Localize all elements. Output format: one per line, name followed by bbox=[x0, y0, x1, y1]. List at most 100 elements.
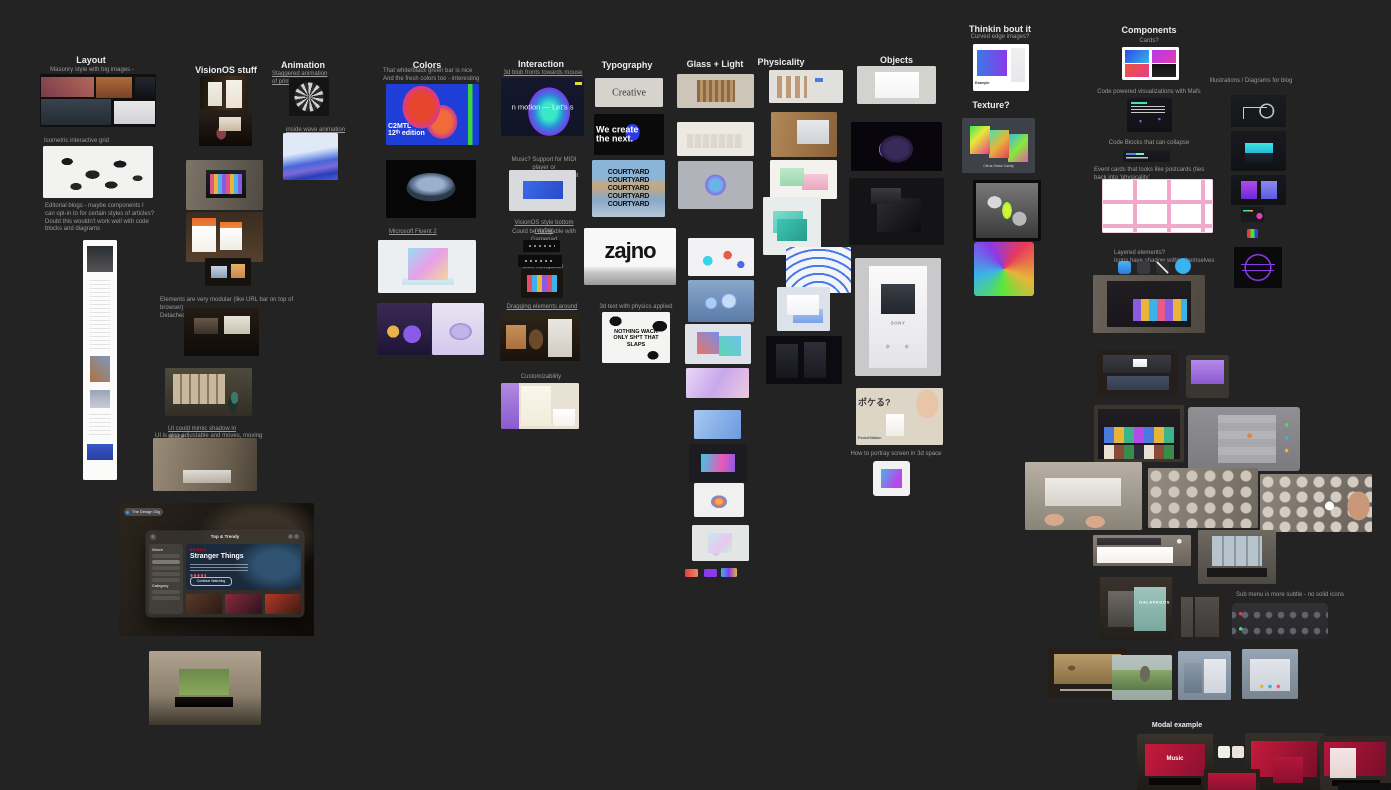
glass-chip-gradient[interactable] bbox=[721, 568, 737, 577]
objects-pocketstation-ad[interactable]: ポケる?PocketStation bbox=[856, 388, 943, 445]
components-album-card[interactable] bbox=[1186, 355, 1229, 398]
colors-c2mtl-poster[interactable]: C2MTL 12ᵗʰ edition bbox=[386, 84, 479, 145]
glass-gradient-circle[interactable] bbox=[678, 161, 753, 209]
glass-chip-red[interactable] bbox=[685, 569, 698, 577]
texture-bw-blob-green[interactable] bbox=[973, 180, 1041, 241]
colors-fluent-pastel[interactable] bbox=[378, 240, 476, 293]
colors-vision-pro[interactable] bbox=[386, 160, 476, 218]
objects-sony-device[interactable]: SONY bbox=[855, 258, 941, 376]
typography-creative[interactable]: Creative bbox=[595, 78, 663, 107]
sidebar-genre-item-selected[interactable] bbox=[152, 560, 180, 565]
glass-translucent-cubes[interactable] bbox=[685, 324, 751, 364]
glass-mosaic-wall[interactable] bbox=[677, 74, 754, 108]
sidebar-genre-item[interactable] bbox=[152, 578, 180, 583]
moodboard-canvas[interactable]: The Design Gig ‹ Top & Trendy Genre Cate… bbox=[0, 0, 1391, 790]
animation-wave-gradient[interactable] bbox=[283, 133, 338, 180]
components-icon-dark-square[interactable] bbox=[1137, 261, 1150, 274]
typography-courtyard[interactable]: COURTYARD COURTYARD COURTYARD COURTYARD … bbox=[592, 160, 665, 217]
modal-white-chip-2[interactable] bbox=[1232, 746, 1244, 758]
interaction-midi-device[interactable] bbox=[509, 170, 576, 211]
modal-partial-dark[interactable] bbox=[1338, 783, 1391, 790]
sidebar-genre-item[interactable] bbox=[152, 566, 180, 571]
movie-thumbnail[interactable] bbox=[186, 594, 222, 614]
typography-nothing-wack[interactable]: NOTHING WACK ONLY SH*T THAT SLAPS bbox=[602, 312, 670, 363]
continue-watching-button[interactable]: Continue Watching bbox=[190, 577, 232, 586]
colors-purple-3d[interactable] bbox=[377, 303, 431, 355]
texture-gradient-posters[interactable]: Citrus Grass Candy bbox=[962, 118, 1035, 173]
sidebar-category-item[interactable] bbox=[152, 590, 180, 595]
stranger-things-hero-card[interactable]: NETFLIX Stranger Things Continue Watchin… bbox=[186, 544, 301, 590]
glass-cube-lens[interactable] bbox=[692, 525, 749, 561]
modal-partial-red[interactable] bbox=[1204, 769, 1260, 790]
physicality-desk-tablet[interactable] bbox=[771, 112, 837, 157]
components-mafs-chart[interactable] bbox=[1127, 98, 1172, 132]
bottom-castle-shareplay[interactable] bbox=[1242, 649, 1298, 699]
components-sphere-wireframe[interactable] bbox=[1234, 247, 1282, 288]
interaction-motion-site[interactable]: n motion — Let's s bbox=[501, 78, 584, 136]
modal-music-window-3[interactable] bbox=[1320, 736, 1391, 790]
keyboard-finger-press[interactable] bbox=[1260, 474, 1372, 532]
glass-chip-purple[interactable] bbox=[704, 569, 717, 577]
components-tiny-icon[interactable] bbox=[1247, 229, 1258, 238]
components-icon-safari[interactable] bbox=[1175, 258, 1191, 274]
illustrations-wireframe-camera[interactable] bbox=[1231, 95, 1286, 127]
interaction-builder-ui[interactable] bbox=[501, 383, 579, 429]
editorial-page[interactable] bbox=[83, 240, 117, 480]
objects-screens-3d-card[interactable] bbox=[873, 461, 910, 496]
modal-music-window-1[interactable]: Music bbox=[1137, 734, 1213, 790]
components-toolbar-pill[interactable] bbox=[1097, 350, 1177, 396]
interaction-kitchen-menu[interactable] bbox=[500, 313, 580, 361]
visionos-photo-wall[interactable] bbox=[165, 368, 252, 416]
stranger-things-tv-image[interactable]: The Design Gig ‹ Top & Trendy Genre Cate… bbox=[119, 503, 314, 636]
components-vertical-menu[interactable] bbox=[1177, 593, 1223, 640]
isometric-grid[interactable] bbox=[43, 146, 153, 198]
typography-we-create[interactable]: We create the next. bbox=[594, 114, 664, 155]
modal-white-chip-1[interactable] bbox=[1218, 746, 1230, 758]
interaction-navbar-dots-2[interactable] bbox=[518, 255, 562, 267]
components-control-panel[interactable] bbox=[1188, 407, 1300, 471]
interaction-sidenav-grid[interactable] bbox=[521, 269, 563, 298]
components-gradient-cards[interactable] bbox=[1122, 47, 1179, 80]
components-code-block[interactable] bbox=[1123, 150, 1170, 162]
glass-blue-spheres[interactable] bbox=[688, 280, 754, 322]
components-photos-window[interactable] bbox=[1093, 275, 1205, 333]
back-chevron-icon[interactable]: ‹ bbox=[150, 534, 156, 540]
components-photos-window-2[interactable] bbox=[1094, 405, 1184, 462]
components-icon-blue-square[interactable] bbox=[1118, 261, 1131, 274]
keyboard-hands[interactable] bbox=[1025, 462, 1142, 530]
glass-lens-flare-card[interactable] bbox=[694, 483, 744, 517]
glass-pastel-shapes[interactable] bbox=[688, 238, 754, 276]
visionos-livingroom-appgrid[interactable] bbox=[186, 160, 263, 210]
objects-window-purple[interactable] bbox=[857, 66, 936, 104]
bottom-castle-menu[interactable] bbox=[1178, 651, 1231, 700]
objects-black-box[interactable] bbox=[849, 178, 944, 245]
interaction-link-dragging[interactable]: Dragging elements around bbox=[506, 304, 578, 312]
physicality-pastel-cards[interactable] bbox=[770, 160, 837, 199]
visionos-floor-ui-room[interactable] bbox=[153, 438, 257, 491]
colors-pastel-blob[interactable] bbox=[432, 303, 484, 355]
thinkin-docs-gradient[interactable]: Example bbox=[973, 44, 1029, 91]
window-action-icons[interactable] bbox=[288, 534, 300, 539]
glass-stacked-layers[interactable] bbox=[689, 444, 747, 482]
visionos-livingroom-tv[interactable] bbox=[149, 651, 261, 725]
visionos-orange-docs[interactable] bbox=[186, 212, 263, 262]
physicality-card-stack[interactable] bbox=[777, 287, 830, 331]
masonry-photo-collage[interactable] bbox=[40, 74, 156, 127]
sidebar-category-item[interactable] bbox=[152, 596, 180, 601]
keyboard-round-keys[interactable] bbox=[1148, 468, 1258, 528]
glass-white-keyboard[interactable] bbox=[677, 122, 754, 156]
visionos-person-desk[interactable] bbox=[199, 110, 252, 146]
components-postcards-pink[interactable] bbox=[1102, 179, 1213, 233]
components-palette-card[interactable] bbox=[1241, 207, 1264, 222]
visionos-two-screens[interactable] bbox=[205, 258, 251, 286]
colors-link-fluent[interactable]: Microsoft Fluent 2 bbox=[389, 229, 449, 237]
objects-headphones[interactable] bbox=[851, 122, 942, 171]
components-gallery-room[interactable] bbox=[1198, 530, 1276, 584]
physicality-phones-flowers[interactable] bbox=[766, 336, 842, 384]
bottom-dinosaur[interactable] bbox=[1112, 655, 1172, 700]
animation-starburst[interactable] bbox=[289, 78, 329, 116]
illustrations-teal-box[interactable] bbox=[1231, 131, 1286, 171]
streaming-sidebar[interactable]: Genre Category bbox=[149, 544, 183, 614]
texture-rainbow-swirl[interactable] bbox=[974, 242, 1034, 296]
components-toolbar-search[interactable] bbox=[1093, 535, 1191, 566]
